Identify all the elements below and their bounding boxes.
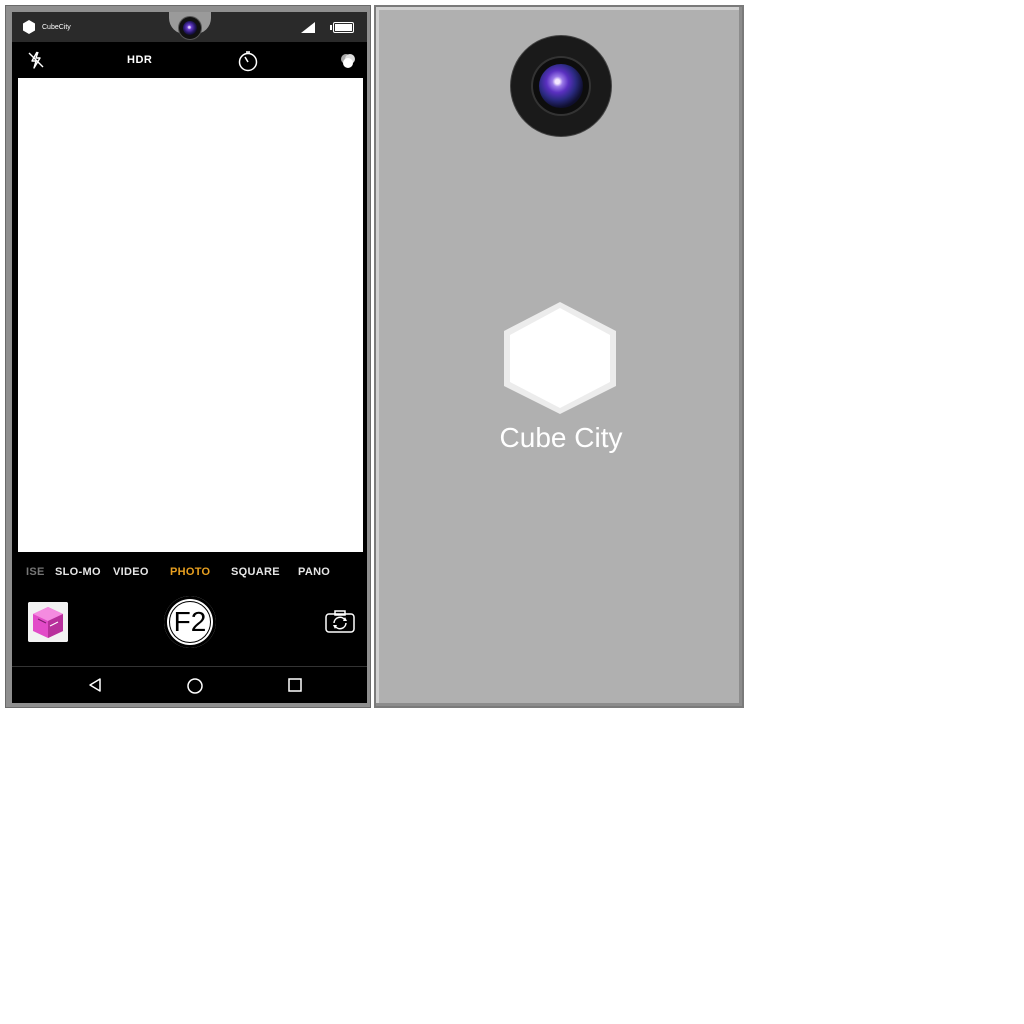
recents-square-icon[interactable] — [287, 677, 303, 693]
viewfinder[interactable] — [18, 78, 363, 552]
mode-square[interactable]: SQUARE — [231, 566, 280, 578]
hdr-toggle[interactable]: HDR — [127, 54, 152, 66]
mode-video[interactable]: VIDEO — [113, 566, 149, 578]
cube-thumbnail-icon — [28, 602, 68, 642]
cube-city-logo-icon — [504, 302, 616, 414]
switch-camera-icon[interactable] — [325, 609, 355, 633]
mode-pano[interactable]: PANO — [298, 566, 330, 578]
phone-back: Cube City — [374, 5, 744, 708]
shutter-label: F2 — [169, 601, 211, 643]
mode-photo[interactable]: PHOTO — [170, 566, 210, 578]
battery-icon — [330, 22, 354, 33]
front-camera-icon — [179, 17, 201, 39]
mode-ise[interactable]: ISE — [26, 566, 45, 578]
camera-mode-selector: ISE SLO-MO VIDEO PHOTO SQUARE PANO — [12, 560, 367, 584]
status-brand-label: CubeCity — [42, 23, 71, 31]
back-triangle-icon[interactable] — [87, 677, 103, 693]
mode-slo-mo[interactable]: SLO-MO — [55, 566, 101, 578]
timer-icon[interactable] — [237, 50, 259, 72]
flash-off-icon[interactable] — [26, 50, 46, 70]
brand-name: Cube City — [499, 422, 623, 453]
camera-top-controls: HDR — [12, 42, 367, 78]
phone-screen: CubeCity HDR ISE SLO-MO VIDEO PHOTO SQUA… — [12, 12, 367, 703]
home-circle-icon[interactable] — [186, 677, 204, 695]
phone-front: CubeCity HDR ISE SLO-MO VIDEO PHOTO SQUA… — [5, 5, 371, 708]
status-bar: CubeCity — [12, 12, 367, 42]
cube-logo-icon — [23, 20, 35, 34]
status-brand: CubeCity — [21, 19, 71, 35]
gallery-thumbnail[interactable] — [28, 602, 68, 642]
signal-icon — [301, 22, 315, 33]
rear-camera-icon — [511, 36, 611, 136]
shutter-button[interactable]: F2 — [164, 596, 216, 648]
filters-icon[interactable] — [337, 50, 359, 72]
navigation-bar — [12, 666, 367, 703]
